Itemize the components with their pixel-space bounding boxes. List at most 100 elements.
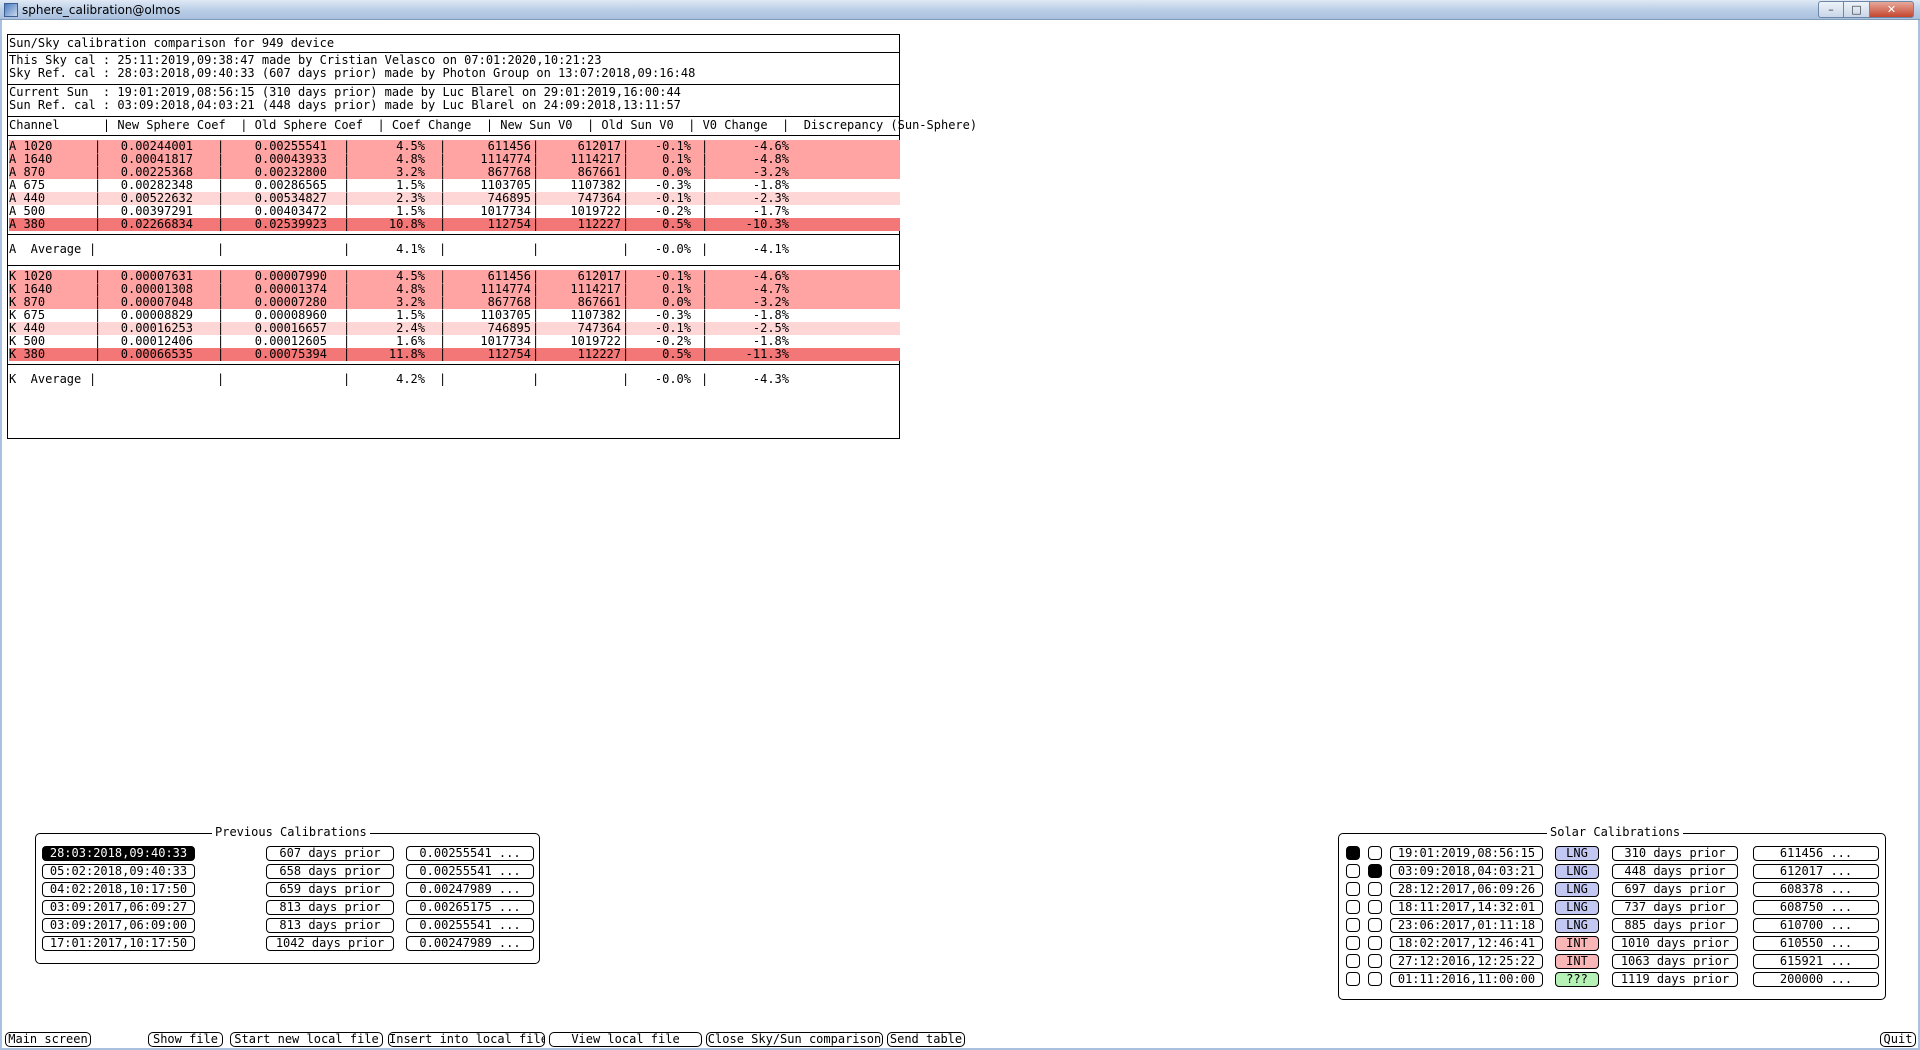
column-separator: |	[343, 372, 351, 386]
solar-cal-value-button[interactable]: 608750 ...	[1753, 900, 1879, 915]
discrepancy-cell: -11.3%	[745, 347, 789, 361]
column-separator: |	[217, 217, 225, 231]
current-sun-radio[interactable]	[1346, 864, 1360, 878]
prev-cal-prior-button[interactable]: 813 days prior	[266, 900, 394, 915]
send-table-button[interactable]: Send table	[887, 1032, 965, 1047]
column-separator: |	[89, 372, 97, 386]
prev-cal-value-button[interactable]: 0.00247989 ...	[406, 936, 534, 951]
solar-cal-date-button[interactable]: 18:02:2017,12:46:41	[1390, 936, 1543, 951]
quit-button[interactable]: Quit	[1880, 1032, 1916, 1047]
solar-calibrations-group: Solar Calibrations 19:01:2019,08:56:15 LN…	[1338, 825, 1886, 1000]
column-separator: |	[622, 242, 630, 256]
divider	[8, 116, 899, 117]
app-icon	[4, 3, 18, 17]
prev-cal-prior-button[interactable]: 607 days prior	[266, 846, 394, 861]
current-sun-radio[interactable]	[1346, 972, 1360, 986]
maximize-icon[interactable]: □	[1844, 1, 1870, 18]
prev-cal-date-button[interactable]: 04:02:2018,10:17:50	[42, 882, 195, 897]
solar-cal-date-button[interactable]: 03:09:2018,04:03:21	[1390, 864, 1543, 879]
column-separator: |	[701, 242, 709, 256]
prev-cal-prior-button[interactable]: 658 days prior	[266, 864, 394, 879]
calibration-type-badge: LNG	[1555, 900, 1599, 915]
prev-cal-value-button[interactable]: 0.00255541 ...	[406, 864, 534, 879]
prev-cal-prior-button[interactable]: 659 days prior	[266, 882, 394, 897]
current-sun-radio[interactable]	[1346, 846, 1360, 860]
old-sun-v0-cell: 112227	[577, 217, 621, 231]
current-sun-radio[interactable]	[1346, 900, 1360, 914]
solar-cal-prior-button[interactable]: 697 days prior	[1612, 882, 1738, 897]
column-separator: |	[439, 347, 447, 361]
prev-cal-value-button[interactable]: 0.00255541 ...	[406, 918, 534, 933]
table-header: Channel | New Sphere Coef | Old Sphere C…	[9, 118, 978, 132]
solar-cal-date-button[interactable]: 19:01:2019,08:56:15	[1390, 846, 1543, 861]
current-sun-radio[interactable]	[1346, 936, 1360, 950]
solar-cal-date-button[interactable]: 18:11:2017,14:32:01	[1390, 900, 1543, 915]
reference-sun-radio[interactable]	[1368, 846, 1382, 860]
prev-cal-date-button[interactable]: 03:09:2017,06:09:00	[42, 918, 195, 933]
reference-sun-radio[interactable]	[1368, 864, 1382, 878]
column-separator: |	[622, 372, 630, 386]
solar-cal-prior-button[interactable]: 1119 days prior	[1612, 972, 1738, 987]
old-sun-v0-cell: 112227	[577, 347, 621, 361]
solar-cal-date-button[interactable]: 01:11:2016,11:00:00	[1390, 972, 1543, 987]
column-separator: |	[217, 347, 225, 361]
coef-change-cell: 4.1%	[396, 242, 425, 256]
minimize-icon[interactable]: –	[1818, 1, 1844, 18]
solar-cal-value-button[interactable]: 615921 ...	[1753, 954, 1879, 969]
close-icon[interactable]: ✕	[1870, 1, 1914, 18]
solar-cal-value-button[interactable]: 611456 ...	[1753, 846, 1879, 861]
reference-sun-radio[interactable]	[1368, 954, 1382, 968]
reference-sun-radio[interactable]	[1368, 936, 1382, 950]
solar-cal-date-button[interactable]: 23:06:2017,01:11:18	[1390, 918, 1543, 933]
column-separator: |	[439, 217, 447, 231]
prev-cal-prior-button[interactable]: 813 days prior	[266, 918, 394, 933]
prev-cal-value-button[interactable]: 0.00265175 ...	[406, 900, 534, 915]
window-titlebar: sphere_calibration@olmos – □ ✕	[0, 0, 1920, 20]
prev-cal-date-button[interactable]: 28:03:2018,09:40:33	[42, 846, 195, 861]
close-comparison-button[interactable]: Close Sky/Sun comparison	[706, 1032, 883, 1047]
main-screen-button[interactable]: Main screen	[5, 1032, 91, 1047]
divider	[8, 265, 899, 266]
current-sun-radio[interactable]	[1346, 954, 1360, 968]
prev-cal-date-button[interactable]: 05:02:2018,09:40:33	[42, 864, 195, 879]
solar-cal-prior-button[interactable]: 448 days prior	[1612, 864, 1738, 879]
current-sun-radio[interactable]	[1346, 882, 1360, 896]
column-separator: |	[622, 217, 630, 231]
column-separator: |	[701, 217, 709, 231]
comparison-report: Sun/Sky calibration comparison for 949 d…	[7, 34, 977, 439]
start-new-local-file-button[interactable]: Start new local file	[230, 1032, 383, 1047]
report-title: Sun/Sky calibration comparison for 949 d…	[9, 36, 335, 50]
solar-cal-date-button[interactable]: 27:12:2016,12:25:22	[1390, 954, 1543, 969]
solar-cal-prior-button[interactable]: 1063 days prior	[1612, 954, 1738, 969]
solar-cal-prior-button[interactable]: 310 days prior	[1612, 846, 1738, 861]
solar-cal-value-button[interactable]: 608378 ...	[1753, 882, 1879, 897]
channel-cell: A 380	[9, 217, 46, 231]
current-sun-radio[interactable]	[1346, 918, 1360, 932]
prev-cal-value-button[interactable]: 0.00255541 ...	[406, 846, 534, 861]
solar-cal-prior-button[interactable]: 1010 days prior	[1612, 936, 1738, 951]
prev-cal-prior-button[interactable]: 1042 days prior	[266, 936, 394, 951]
solar-cal-value-button[interactable]: 612017 ...	[1753, 864, 1879, 879]
column-separator: |	[622, 347, 630, 361]
column-separator: |	[532, 242, 540, 256]
solar-cal-value-button[interactable]: 200000 ...	[1753, 972, 1879, 987]
column-separator: |	[94, 347, 102, 361]
reference-sun-radio[interactable]	[1368, 972, 1382, 986]
prev-cal-date-button[interactable]: 17:01:2017,10:17:50	[42, 936, 195, 951]
insert-into-local-file-button[interactable]: Insert into local file	[388, 1032, 545, 1047]
prev-cal-date-button[interactable]: 03:09:2017,06:09:27	[42, 900, 195, 915]
show-file-button[interactable]: Show file	[148, 1032, 223, 1047]
reference-sun-radio[interactable]	[1368, 900, 1382, 914]
solar-cal-value-button[interactable]: 610550 ...	[1753, 936, 1879, 951]
previous-calibrations-group: Previous Calibrations 28:03:2018,09:40:3…	[35, 825, 540, 964]
solar-cal-prior-button[interactable]: 737 days prior	[1612, 900, 1738, 915]
view-local-file-button[interactable]: View local file	[549, 1032, 702, 1047]
solar-cal-prior-button[interactable]: 885 days prior	[1612, 918, 1738, 933]
channel-cell: A Average	[9, 242, 82, 256]
solar-cal-date-button[interactable]: 28:12:2017,06:09:26	[1390, 882, 1543, 897]
solar-cal-value-button[interactable]: 610700 ...	[1753, 918, 1879, 933]
calibration-type-badge: LNG	[1555, 864, 1599, 879]
reference-sun-radio[interactable]	[1368, 882, 1382, 896]
prev-cal-value-button[interactable]: 0.00247989 ...	[406, 882, 534, 897]
reference-sun-radio[interactable]	[1368, 918, 1382, 932]
